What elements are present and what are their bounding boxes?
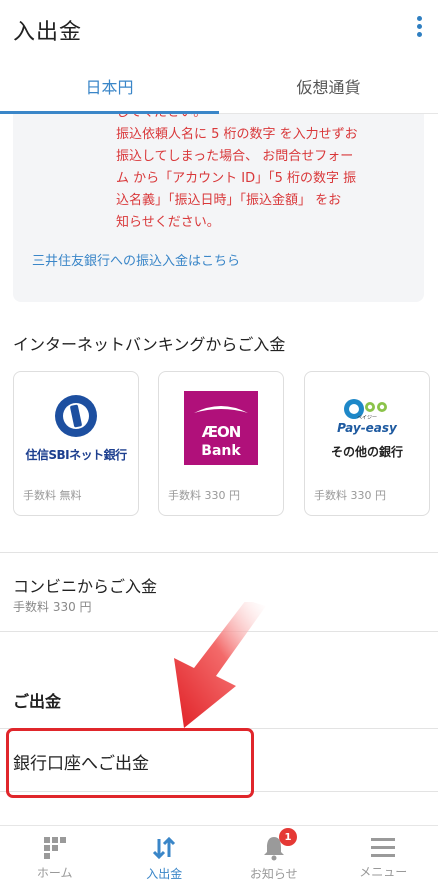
notice-line: 知らせください。 — [116, 215, 220, 230]
nav-deposit-withdraw[interactable]: 入出金 — [110, 826, 220, 891]
app-header: 入出金 — [0, 0, 438, 58]
internet-banking-title: インターネットバンキングからご入金 — [13, 335, 286, 354]
aeon-bank-word: Bank — [201, 443, 241, 459]
fee-label: 手数料 無料 — [23, 489, 82, 502]
bank-card-aeon[interactable]: ÆON Bank 手数料 330 円 — [158, 371, 284, 516]
notice-card: してください。 振込依頼人名に 5 桁の数字 を入力せずお 振込してしまった場合… — [13, 114, 424, 302]
nav-menu-label: メニュー — [359, 865, 408, 879]
nav-home[interactable]: ホーム — [0, 826, 110, 891]
notice-line: 振込依頼人名に 5 桁の数字 を入力せずお — [116, 127, 358, 142]
notice-text: してください。 振込依頼人名に 5 桁の数字 を入力せずお 振込してしまった場合… — [116, 114, 401, 234]
bank-card-payeasy[interactable]: ペイジー Pay-easy その他の銀行 手数料 330 円 — [304, 371, 430, 516]
sbi-logo-icon — [55, 394, 97, 437]
payeasy-logo: ペイジー Pay-easy その他の銀行 — [305, 372, 429, 484]
convenience-title: コンビニからご入金 — [13, 577, 158, 596]
aeon-bank-logo: ÆON Bank — [184, 391, 258, 465]
sbi-logo: 住信SBIネット銀行 — [14, 372, 138, 484]
notice-line: してください。 — [116, 114, 401, 124]
withdraw-section-title: ご出金 — [13, 692, 62, 711]
bank-card-sbi[interactable]: 住信SBIネット銀行 手数料 無料 — [13, 371, 139, 516]
home-grid-icon — [43, 837, 66, 859]
sbi-bank-name: 住信SBIネット銀行 — [25, 447, 127, 462]
nav-notifications[interactable]: 1 お知らせ — [219, 826, 329, 891]
notice-area: してください。 振込依頼人名に 5 桁の数字 を入力せずお 振込してしまった場合… — [0, 114, 438, 306]
tab-jpy[interactable]: 日本円 — [0, 58, 219, 114]
nav-deposit-label: 入出金 — [146, 867, 183, 881]
divider — [0, 631, 438, 632]
bottom-navigation: ホーム 入出金 1 お知らせ メニュー — [0, 825, 438, 891]
payeasy-wordmark: Pay-easy — [337, 421, 398, 435]
notice-line: ム から「アカウント ID」「5 桁の数字 振 — [116, 171, 357, 186]
nav-notifications-label: お知らせ — [249, 867, 298, 881]
page-title: 入出金 — [13, 20, 83, 45]
notification-badge: 1 — [279, 828, 297, 846]
aeon-swoosh-icon — [194, 406, 248, 413]
notice-line: 込名義」「振込日時」「振込金額」 をお — [116, 193, 342, 208]
currency-tabs: 日本円 仮想通貨 — [0, 58, 438, 114]
convenience-fee: 手数料 330 円 — [13, 600, 92, 614]
nav-home-label: ホーム — [36, 866, 73, 880]
bank-withdraw-row[interactable]: 銀行口座へご出金 — [0, 729, 438, 791]
menu-icon — [371, 838, 396, 857]
aeon-logo: ÆON Bank — [159, 372, 283, 484]
transfer-arrows-icon — [153, 836, 176, 860]
fee-label: 手数料 330 円 — [168, 489, 240, 502]
fee-label: 手数料 330 円 — [314, 489, 386, 502]
smbc-transfer-link[interactable]: 三井住友銀行への振込入金はこちら — [32, 250, 240, 269]
aeon-word: ÆON — [201, 423, 242, 441]
payeasy-logo-icon: ペイジー Pay-easy — [337, 398, 398, 435]
bank-withdraw-label: 銀行口座へご出金 — [13, 754, 149, 774]
nav-menu[interactable]: メニュー — [329, 826, 438, 891]
more-options-icon[interactable] — [414, 16, 424, 40]
divider — [0, 791, 438, 792]
other-banks-label: その他の銀行 — [330, 444, 403, 459]
notice-line: 振込してしまった場合、 お問合せフォー — [116, 149, 354, 164]
tab-crypto[interactable]: 仮想通貨 — [219, 58, 438, 113]
